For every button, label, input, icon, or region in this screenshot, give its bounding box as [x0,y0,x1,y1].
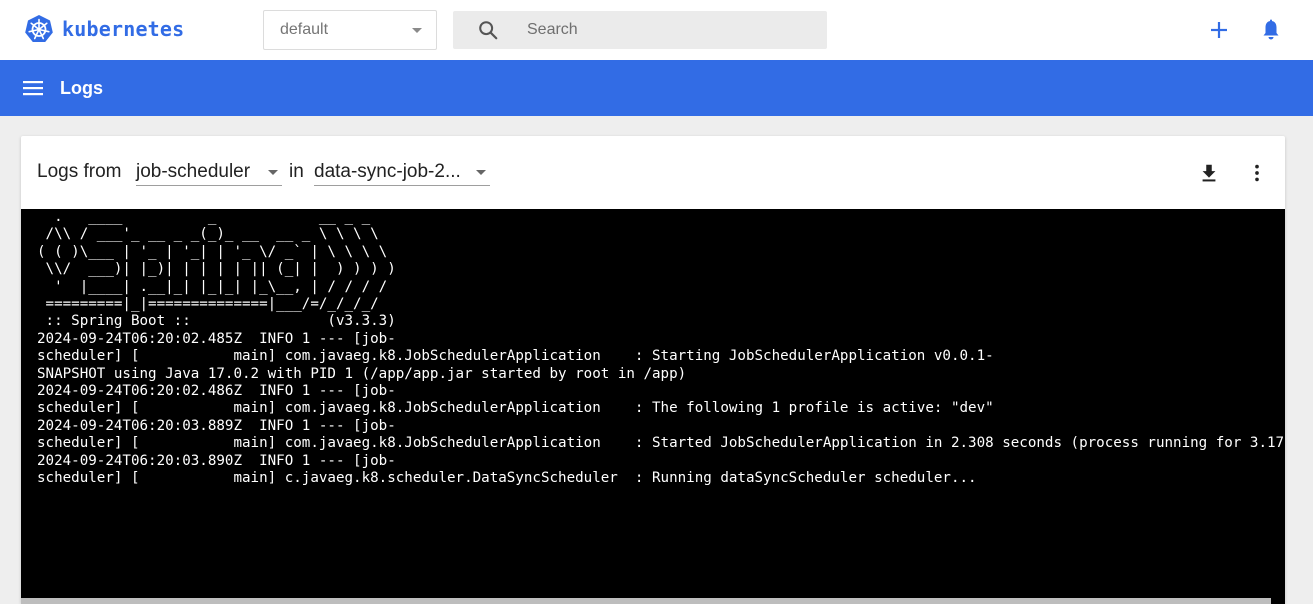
top-bar: kubernetes default [0,0,1313,60]
logs-from-label: Logs from [37,161,122,182]
log-line: 2024-09-24T06:20:03.890Z INFO 1 --- [job… [37,452,396,469]
log-text: . ____ _ __ _ _ /\\ / ___'_ __ _ _(_)_ _… [37,209,1285,488]
bell-icon[interactable] [1259,18,1283,42]
chevron-down-icon [268,170,278,175]
log-line: SNAPSHOT using Java 17.0.2 with PID 1 (/… [37,365,687,382]
log-line: scheduler] [ main] com.javaeg.k8.JobSche… [37,348,994,365]
in-label: in [289,161,304,182]
more-vert-icon[interactable] [1246,162,1268,184]
log-line: scheduler] [ main] com.javaeg.k8.JobSche… [37,400,994,417]
log-line: scheduler] [ main] c.javaeg.k8.scheduler… [37,470,977,487]
search-bar[interactable] [453,11,827,49]
log-line: 2024-09-24T06:20:02.486Z INFO 1 --- [job… [37,383,396,400]
log-line: ( ( )\___ | '_ | '_| | '_ \/ _` | \ \ \ … [37,243,388,260]
log-line: \\/ ___)| |_)| | | | | || (_| | ) ) ) ) [37,261,396,278]
pod-select[interactable]: data-sync-job-2... [314,158,490,186]
namespace-value: default [280,21,329,38]
hamburger-menu-icon[interactable] [22,78,44,98]
log-line: ' |____| .__|_| |_|_| |_\__, | / / / / [37,278,388,295]
chevron-down-icon [476,170,486,175]
page-title: Logs [60,78,103,98]
kubernetes-logo-icon [25,15,53,42]
chevron-down-icon [412,28,422,33]
logs-card: Logs from job-scheduler in data-sync-job… [21,136,1285,604]
log-line: . ____ _ __ _ _ [37,209,371,225]
log-line: 2024-09-24T06:20:02.485Z INFO 1 --- [job… [37,330,396,347]
brand-name: kubernetes [62,17,185,41]
log-line: scheduler] [ main] com.javaeg.k8.JobSche… [37,435,1285,452]
log-line: /\\ / ___'_ __ _ _(_)_ __ __ _ \ \ \ \ [37,226,379,243]
log-line: :: Spring Boot :: (v3.3.3) [37,313,396,330]
log-line: 2024-09-24T06:20:03.889Z INFO 1 --- [job… [37,417,396,434]
horizontal-scrollbar[interactable] [21,598,1271,604]
log-line: =========|_|==============|___/=/_/_/_/ [37,296,379,313]
title-bar: Logs [0,60,1313,116]
pod-value: data-sync-job-2... [314,161,461,182]
log-output[interactable]: . ____ _ __ _ _ /\\ / ___'_ __ _ _(_)_ _… [21,209,1285,604]
download-icon[interactable] [1198,162,1220,184]
container-value: job-scheduler [136,161,251,182]
namespace-select[interactable]: default [263,10,437,50]
plus-icon[interactable] [1207,18,1231,42]
search-icon [479,21,498,40]
container-select[interactable]: job-scheduler [136,158,282,186]
brand[interactable]: kubernetes [24,14,184,44]
search-input[interactable] [527,11,817,49]
logs-card-header: Logs from job-scheduler in data-sync-job… [21,136,1285,209]
